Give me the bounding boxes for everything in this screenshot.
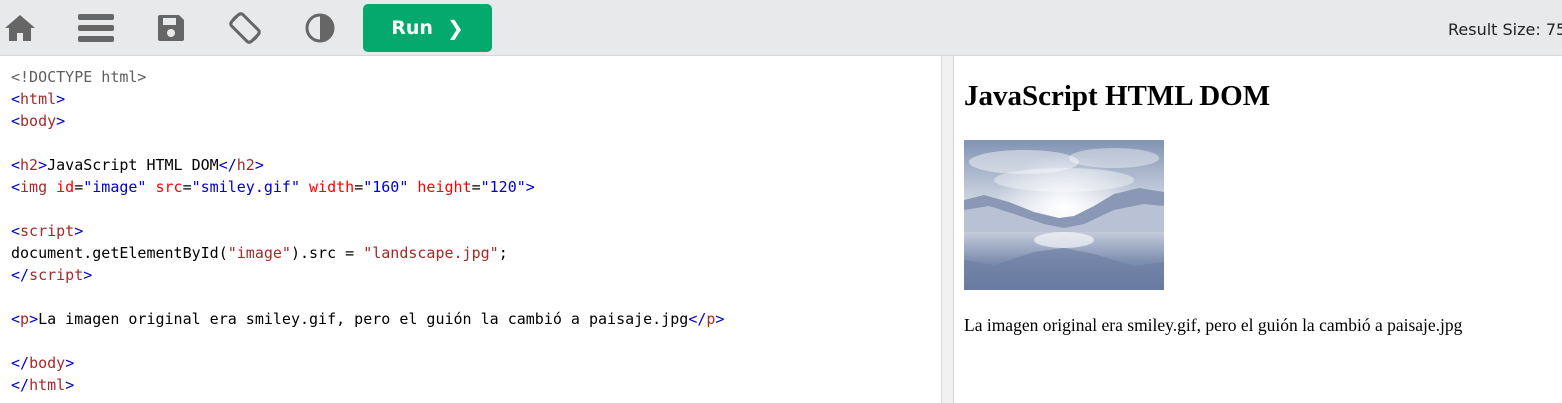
code-line: <body> xyxy=(11,112,66,130)
run-label: Run xyxy=(391,17,433,39)
chevron-right-icon: ❯ xyxy=(446,16,464,40)
run-button[interactable]: Run ❯ xyxy=(363,4,492,52)
theme-icon[interactable] xyxy=(300,8,340,48)
code-content[interactable]: <!DOCTYPE html> <html> <body> <h2>JavaScrip… xyxy=(0,56,941,396)
code-line: <html> xyxy=(11,90,66,108)
code-line: </html> xyxy=(11,376,75,394)
code-line: <p>La imagen original era smiley.gif, pe… xyxy=(11,310,725,328)
rotate-icon[interactable] xyxy=(225,8,265,48)
toolbar: Run ❯ Result Size: 75 xyxy=(0,0,1562,56)
code-line: document.getElementById("image").src = "… xyxy=(11,244,508,262)
menu-icon[interactable] xyxy=(76,8,116,48)
code-line: <img id="image" src="smiley.gif" width="… xyxy=(11,178,535,196)
home-icon[interactable] xyxy=(0,8,40,48)
pane-divider[interactable] xyxy=(941,56,954,403)
code-editor[interactable]: <!DOCTYPE html> <html> <body> <h2>JavaScrip… xyxy=(0,56,941,403)
code-line: <h2>JavaScript HTML DOM</h2> xyxy=(11,156,264,174)
code-line: <!DOCTYPE html> xyxy=(11,66,941,88)
save-icon[interactable] xyxy=(151,8,191,48)
code-p-text: La imagen original era smiley.gif, pero … xyxy=(38,310,689,328)
landscape-image xyxy=(964,140,1164,290)
result-pane: JavaScript HTML DOM La imagen original e… xyxy=(954,56,1562,403)
code-h2-text: JavaScript HTML DOM xyxy=(47,156,219,174)
result-paragraph: La imagen original era smiley.gif, pero … xyxy=(964,315,1463,335)
code-line: </script> xyxy=(11,266,93,284)
code-line: <script> xyxy=(11,222,84,240)
result-size-label: Result Size: 75 xyxy=(1448,20,1562,39)
code-line: </body> xyxy=(11,354,75,372)
result-heading: JavaScript HTML DOM xyxy=(964,80,1271,112)
doctype: <!DOCTYPE html> xyxy=(11,68,147,86)
